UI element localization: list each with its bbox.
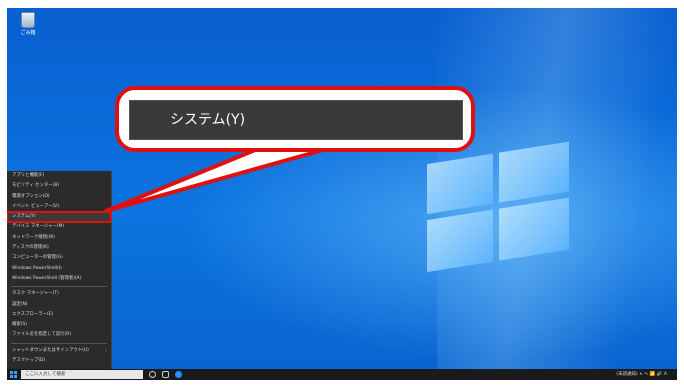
callout-label: システム(Y) — [170, 112, 246, 128]
callout-menu-preview: システム(Y) — [129, 100, 463, 140]
callout-pointer — [104, 146, 332, 213]
callout-bubble: システム(Y) — [115, 86, 475, 152]
